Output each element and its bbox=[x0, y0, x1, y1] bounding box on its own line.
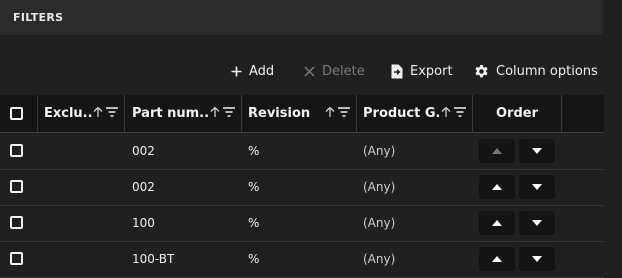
sort-arrow-icon[interactable] bbox=[210, 106, 220, 118]
sort-arrow-icon[interactable] bbox=[325, 106, 335, 118]
column-header-label: Exclu... bbox=[44, 106, 92, 121]
row-checkbox[interactable] bbox=[10, 216, 23, 229]
export-file-icon bbox=[391, 64, 403, 79]
delete-button[interactable]: Delete bbox=[304, 64, 365, 79]
product-group-cell: (Any) bbox=[363, 216, 396, 230]
move-down-button[interactable] bbox=[519, 247, 555, 271]
product-group-cell: (Any) bbox=[363, 144, 396, 158]
revision-cell: % bbox=[248, 180, 260, 194]
part-number-cell: 002 bbox=[132, 180, 155, 194]
column-header-label: Order bbox=[496, 106, 538, 121]
arrow-up-icon bbox=[492, 256, 502, 262]
product-group-cell: (Any) bbox=[363, 252, 396, 266]
arrow-down-icon bbox=[532, 184, 542, 190]
arrow-down-icon bbox=[532, 220, 542, 226]
delete-label: Delete bbox=[322, 64, 365, 79]
toolbar: Add Delete Export Column options bbox=[0, 64, 622, 82]
arrow-up-icon bbox=[492, 184, 502, 190]
move-up-button[interactable] bbox=[479, 247, 515, 271]
table-row[interactable]: 100% (Any) bbox=[0, 205, 604, 242]
column-header-controls bbox=[441, 106, 466, 118]
table-row[interactable]: 002% (Any) bbox=[0, 169, 604, 206]
filters-header: FILTERS bbox=[0, 0, 603, 35]
row-checkbox[interactable] bbox=[10, 180, 23, 193]
row-checkbox[interactable] bbox=[10, 252, 23, 265]
revision-cell: % bbox=[248, 144, 260, 158]
filter-icon[interactable] bbox=[223, 106, 235, 118]
sort-arrow-icon[interactable] bbox=[93, 106, 103, 118]
part-number-cell: 100-BT bbox=[132, 252, 175, 266]
column-header-revision[interactable]: Revision bbox=[242, 95, 357, 132]
select-all-checkbox[interactable] bbox=[10, 107, 23, 120]
column-header-part-number[interactable]: Part num... bbox=[125, 95, 242, 132]
table-row[interactable]: 100-BT% (Any) bbox=[0, 241, 604, 278]
product-group-cell: (Any) bbox=[363, 180, 396, 194]
filter-icon[interactable] bbox=[454, 106, 466, 118]
plus-icon bbox=[231, 66, 242, 77]
gear-icon bbox=[474, 64, 489, 79]
column-header-label: Part num... bbox=[132, 106, 208, 121]
column-header-controls bbox=[325, 106, 350, 118]
column-header-controls bbox=[210, 106, 235, 118]
arrow-up-icon bbox=[492, 148, 502, 154]
arrow-up-icon bbox=[492, 220, 502, 226]
add-button[interactable]: Add bbox=[231, 64, 274, 79]
move-up-button[interactable] bbox=[479, 175, 515, 199]
arrow-down-icon bbox=[532, 148, 542, 154]
revision-cell: % bbox=[248, 252, 260, 266]
move-up-button[interactable] bbox=[479, 211, 515, 235]
export-label: Export bbox=[410, 64, 453, 79]
arrow-down-icon bbox=[532, 256, 542, 262]
table-row[interactable]: 002% (Any) bbox=[0, 133, 604, 170]
move-down-button[interactable] bbox=[519, 139, 555, 163]
filter-icon[interactable] bbox=[338, 106, 350, 118]
table-header: Exclu... Part num... Revision Product G.… bbox=[0, 95, 604, 133]
column-options-button[interactable]: Column options bbox=[474, 64, 598, 79]
move-up-button[interactable] bbox=[479, 139, 515, 163]
part-number-cell: 100 bbox=[132, 216, 155, 230]
export-button[interactable]: Export bbox=[391, 64, 453, 79]
filters-title: FILTERS bbox=[13, 11, 64, 24]
column-header-order: Order bbox=[473, 95, 562, 132]
filter-icon[interactable] bbox=[106, 106, 118, 118]
column-header-controls bbox=[93, 106, 118, 118]
revision-cell: % bbox=[248, 216, 260, 230]
sort-arrow-icon[interactable] bbox=[441, 106, 451, 118]
move-down-button[interactable] bbox=[519, 211, 555, 235]
part-number-cell: 002 bbox=[132, 144, 155, 158]
column-header-label: Product G... bbox=[363, 106, 439, 121]
select-all-cell bbox=[0, 95, 38, 132]
column-options-label: Column options bbox=[496, 64, 598, 79]
add-label: Add bbox=[249, 64, 275, 79]
column-header-label: Revision bbox=[248, 106, 311, 121]
column-header-product-group[interactable]: Product G... bbox=[357, 95, 473, 132]
column-header-exclude[interactable]: Exclu... bbox=[38, 95, 125, 132]
move-down-button[interactable] bbox=[519, 175, 555, 199]
close-icon bbox=[304, 66, 315, 77]
row-checkbox[interactable] bbox=[10, 144, 23, 157]
